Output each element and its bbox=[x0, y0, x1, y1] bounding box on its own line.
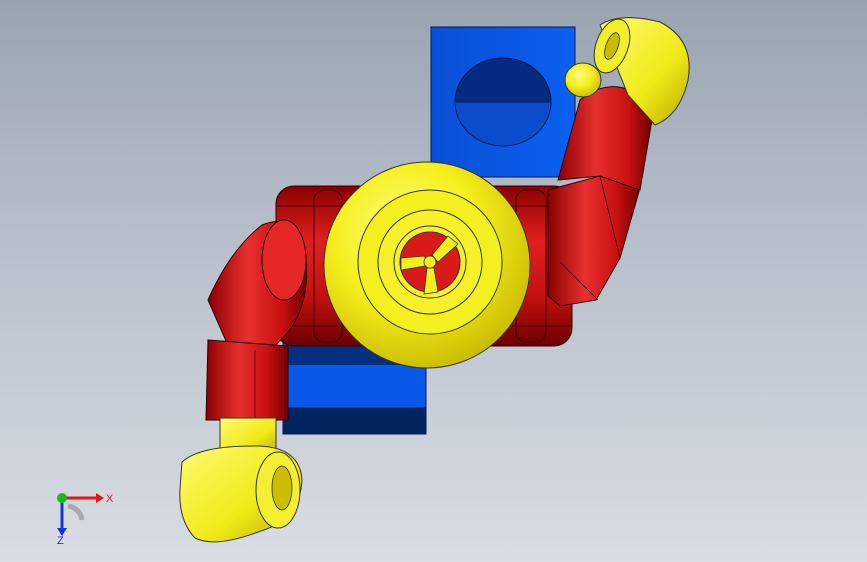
left-end-effector[interactable] bbox=[179, 417, 303, 543]
base-block-upper[interactable] bbox=[430, 26, 576, 178]
central-rotary-joint[interactable] bbox=[323, 161, 531, 369]
robot-model-view[interactable] bbox=[0, 0, 867, 562]
z-axis-label: Z bbox=[57, 535, 64, 547]
cad-graphics-viewport[interactable]: X Z bbox=[0, 0, 867, 562]
x-axis-label: X bbox=[106, 493, 114, 505]
y-axis-origin bbox=[57, 493, 67, 503]
coordinate-triad: X Z bbox=[57, 493, 114, 547]
